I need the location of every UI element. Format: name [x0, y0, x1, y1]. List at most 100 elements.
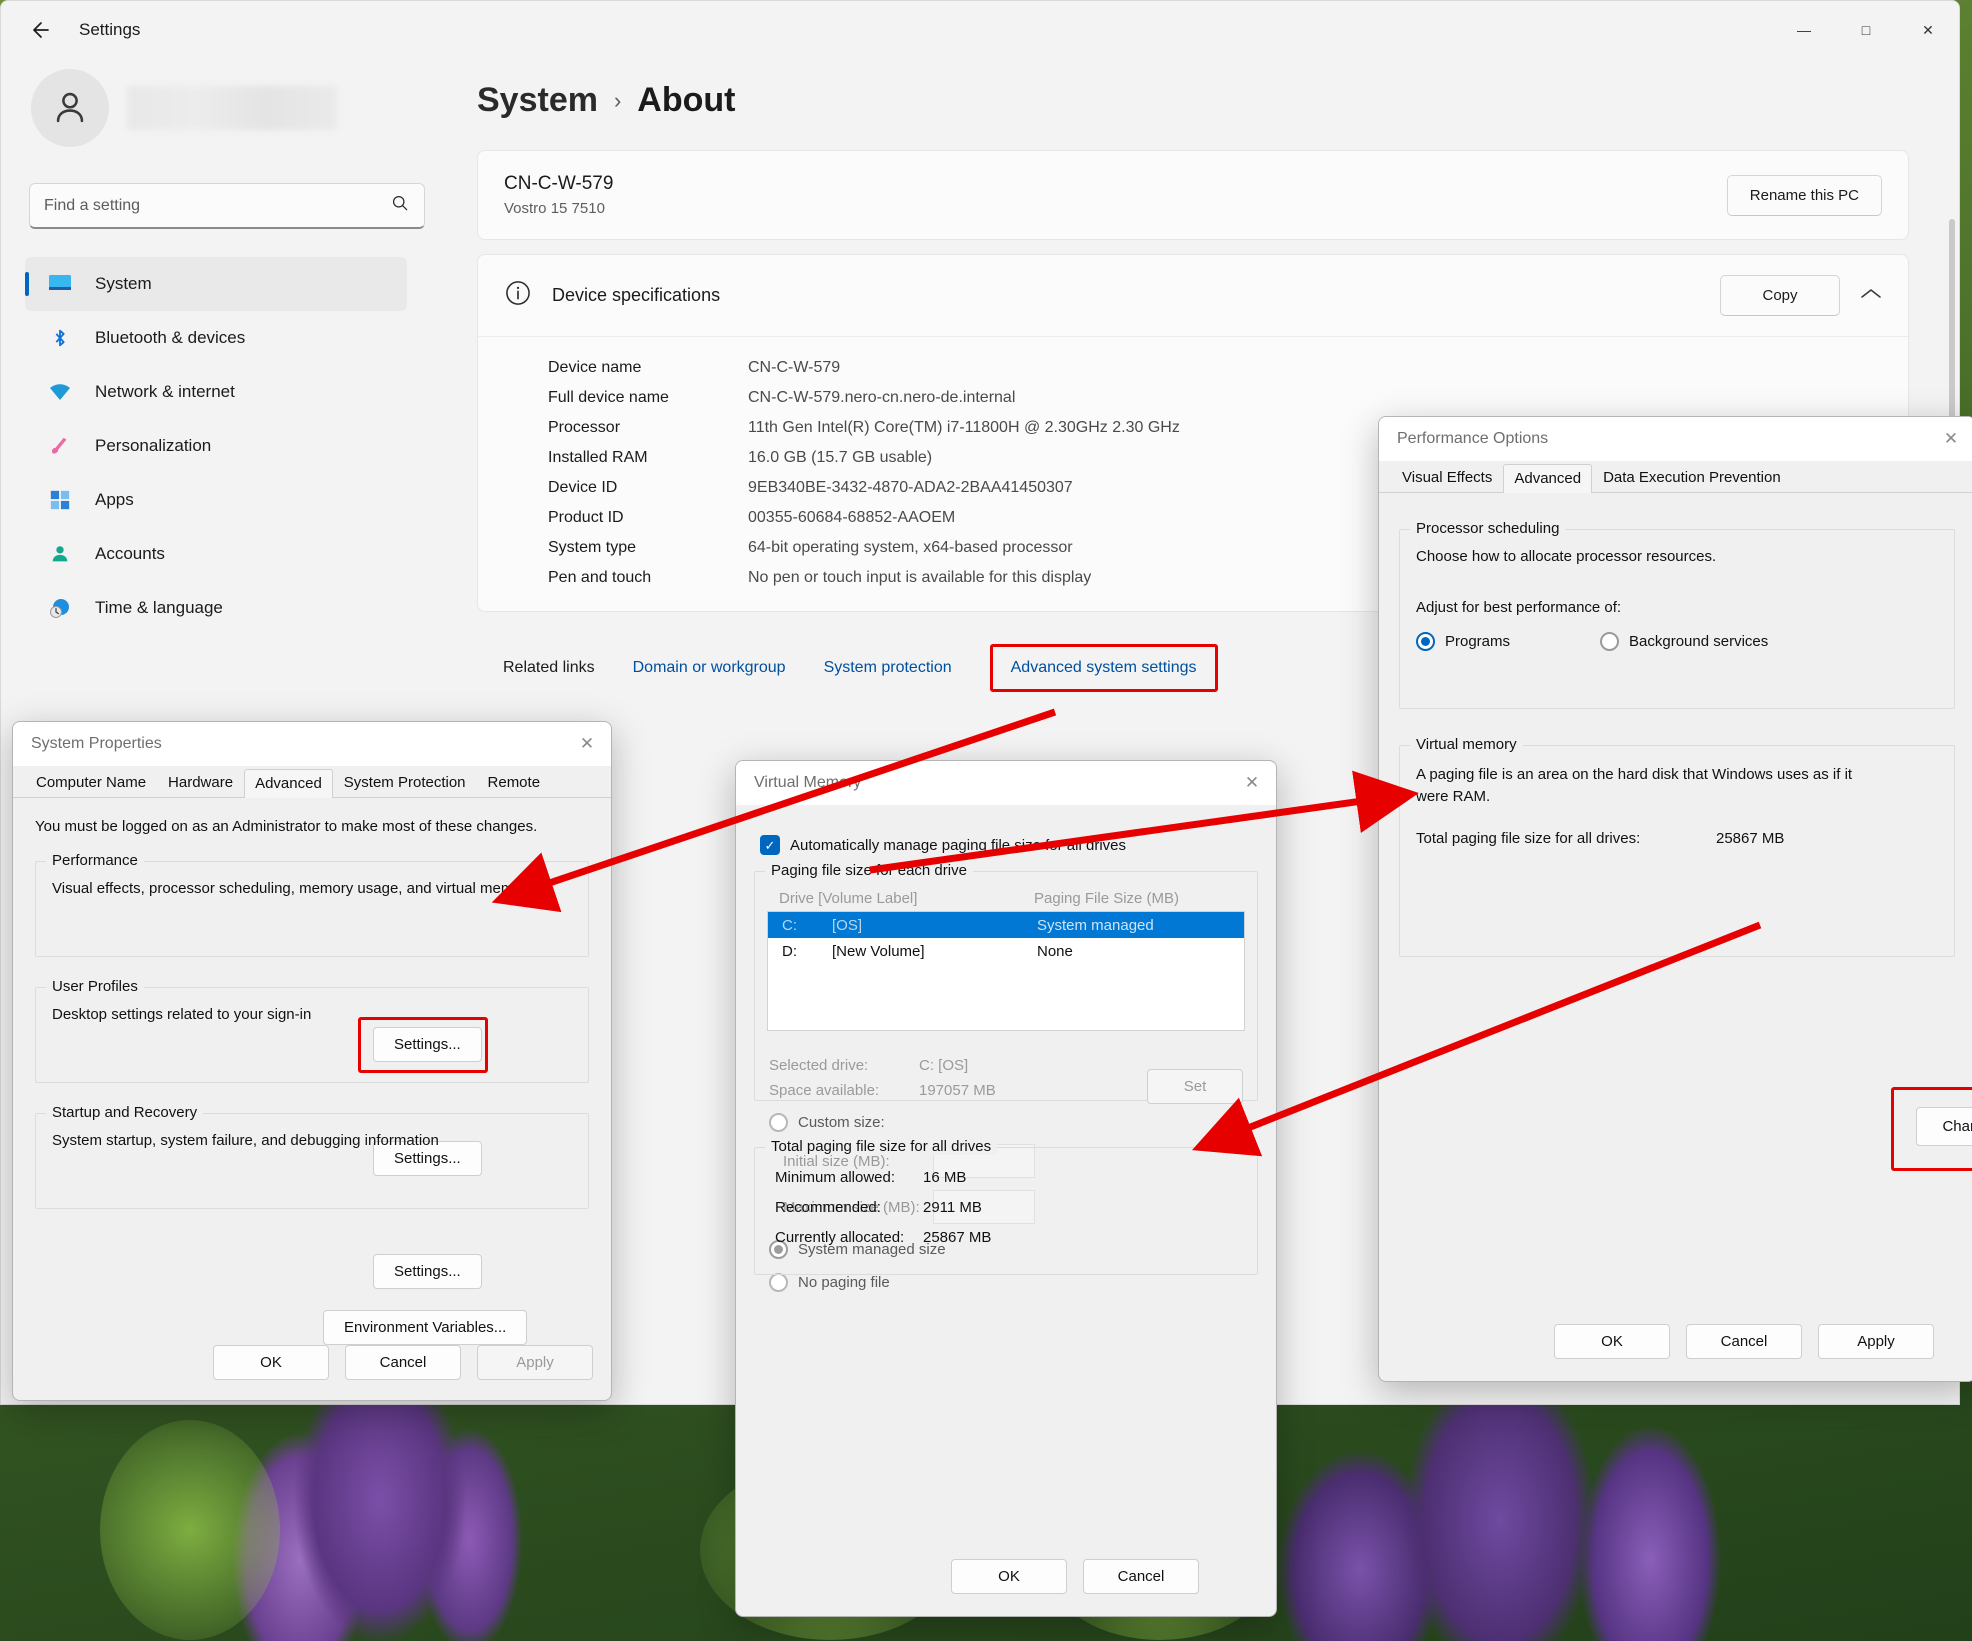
total-key: Recommended:	[775, 1199, 923, 1216]
tab-hardware[interactable]: Hardware	[157, 768, 244, 797]
radio-programs[interactable]: Programs	[1416, 632, 1510, 651]
device-specs-title: Device specifications	[552, 285, 720, 306]
programs-radio[interactable]	[1416, 632, 1435, 651]
breadcrumb-separator-icon: ›	[614, 88, 621, 114]
paging-file-group: Paging file size for each drive Drive [V…	[754, 871, 1258, 1101]
environment-variables-button[interactable]: Environment Variables...	[323, 1310, 527, 1345]
drive-table-header: Drive [Volume Label] Paging File Size (M…	[765, 882, 1247, 911]
copy-button[interactable]: Copy	[1720, 275, 1840, 316]
cancel-button[interactable]: Cancel	[1686, 1324, 1802, 1359]
sidebar-item-apps[interactable]: Apps	[25, 473, 407, 527]
close-button[interactable]: ✕	[1897, 1, 1959, 59]
dialog-body: You must be logged on as an Administrato…	[13, 798, 611, 1209]
tabstrip: Visual Effects Advanced Data Execution P…	[1379, 461, 1972, 493]
breadcrumb-root[interactable]: System	[477, 81, 598, 120]
total-value: 25867 MB	[923, 1229, 991, 1246]
link-domain-or-workgroup[interactable]: Domain or workgroup	[633, 659, 786, 677]
pc-model: Vostro 15 7510	[504, 200, 613, 217]
account-section[interactable]	[31, 69, 407, 147]
column-header-paging-size: Paging File Size (MB)	[1034, 890, 1179, 907]
cancel-button[interactable]: Cancel	[1083, 1559, 1199, 1594]
performance-group: Performance Visual effects, processor sc…	[35, 861, 589, 957]
search-box[interactable]	[29, 183, 425, 229]
table-row[interactable]: C:[OS] System managed	[768, 912, 1244, 938]
cancel-button[interactable]: Cancel	[345, 1345, 461, 1380]
rename-pc-button[interactable]: Rename this PC	[1727, 175, 1882, 216]
custom-size-row[interactable]: Custom size:	[769, 1113, 1247, 1132]
apply-button[interactable]: Apply	[477, 1345, 593, 1380]
ok-button[interactable]: OK	[213, 1345, 329, 1380]
spec-key: Product ID	[548, 509, 748, 527]
no-paging-file-row[interactable]: No paging file	[769, 1273, 1247, 1292]
table-row: Device name CN-C-W-579	[548, 353, 1882, 383]
close-icon[interactable]: ✕	[1927, 417, 1972, 461]
sidebar-item-accounts[interactable]: Accounts	[25, 527, 407, 581]
close-icon[interactable]: ✕	[563, 722, 611, 766]
tab-remote[interactable]: Remote	[477, 768, 552, 797]
total-paging-label: Total paging file size for all drives:	[1416, 830, 1716, 847]
change-button[interactable]: Change...	[1916, 1107, 1972, 1146]
auto-manage-checkbox[interactable]: ✓	[760, 835, 780, 855]
ok-button[interactable]: OK	[951, 1559, 1067, 1594]
drive-list[interactable]: C:[OS] System managed D:[New Volume] Non…	[767, 911, 1245, 1031]
sidebar-item-time-language[interactable]: Time & language	[25, 581, 407, 635]
sidebar-item-label: Personalization	[95, 436, 211, 456]
group-legend: User Profiles	[46, 978, 144, 995]
custom-size-label: Custom size:	[798, 1114, 885, 1131]
tab-data-execution-prevention[interactable]: Data Execution Prevention	[1592, 463, 1792, 492]
close-icon[interactable]: ✕	[1228, 761, 1276, 805]
link-system-protection[interactable]: System protection	[824, 659, 952, 677]
spec-value: 16.0 GB (15.7 GB usable)	[748, 449, 932, 467]
custom-size-radio[interactable]	[769, 1113, 788, 1132]
pc-name: CN-C-W-579	[504, 173, 613, 195]
dialog-titlebar: System Properties ✕	[13, 722, 611, 766]
background-services-radio[interactable]	[1600, 632, 1619, 651]
window-controls: — □ ✕	[1773, 1, 1959, 59]
spec-key: Full device name	[548, 389, 748, 407]
back-arrow-icon[interactable]	[17, 10, 65, 50]
ok-button[interactable]: OK	[1554, 1324, 1670, 1359]
set-button[interactable]: Set	[1147, 1069, 1243, 1104]
chevron-up-icon[interactable]	[1860, 286, 1882, 306]
dialog-body: Processor scheduling Choose how to alloc…	[1379, 493, 1972, 957]
sidebar-item-label: Apps	[95, 490, 134, 510]
tab-system-protection[interactable]: System Protection	[333, 768, 477, 797]
space-available-value: 197057 MB	[919, 1082, 996, 1099]
sidebar-nav: System Bluetooth & devices Network & int…	[25, 257, 407, 635]
table-row[interactable]: D:[New Volume] None	[768, 938, 1244, 964]
tab-advanced[interactable]: Advanced	[244, 769, 333, 798]
apply-button[interactable]: Apply	[1818, 1324, 1934, 1359]
breadcrumb: System › About	[477, 81, 1909, 120]
total-paging-value: 25867 MB	[1716, 830, 1784, 847]
radio-background-services[interactable]: Background services	[1600, 632, 1768, 651]
auto-manage-row[interactable]: ✓ Automatically manage paging file size …	[760, 835, 1258, 855]
tab-computer-name[interactable]: Computer Name	[25, 768, 157, 797]
dialog-body: ✓ Automatically manage paging file size …	[736, 805, 1276, 1275]
related-links-label: Related links	[503, 659, 595, 677]
sidebar-item-network-internet[interactable]: Network & internet	[25, 365, 407, 419]
tab-visual-effects[interactable]: Visual Effects	[1391, 463, 1503, 492]
table-row: Full device name CN-C-W-579.nero-cn.nero…	[548, 383, 1882, 413]
performance-desc: Visual effects, processor scheduling, me…	[52, 880, 572, 897]
sidebar-item-personalization[interactable]: Personalization	[25, 419, 407, 473]
link-advanced-system-settings[interactable]: Advanced system settings	[990, 644, 1218, 692]
window-title: Settings	[79, 20, 140, 40]
no-paging-file-radio[interactable]	[769, 1273, 788, 1292]
sidebar-item-system[interactable]: System	[25, 257, 407, 311]
device-specs-header[interactable]: Device specifications Copy	[478, 255, 1908, 336]
auto-manage-label: Automatically manage paging file size fo…	[790, 837, 1126, 854]
virtual-memory-dialog: Virtual Memory ✕ ✓ Automatically manage …	[735, 760, 1277, 1617]
dialog-title: System Properties	[31, 735, 162, 753]
startup-recovery-settings-button[interactable]: Settings...	[373, 1254, 482, 1289]
tab-advanced[interactable]: Advanced	[1503, 464, 1592, 493]
info-icon	[504, 279, 532, 312]
drive-paging-size: None	[1037, 943, 1073, 960]
spec-value: CN-C-W-579.nero-cn.nero-de.internal	[748, 389, 1015, 407]
sidebar-item-bluetooth-devices[interactable]: Bluetooth & devices	[25, 311, 407, 365]
search-input[interactable]	[44, 197, 390, 215]
table-row: Currently allocated: 25867 MB	[765, 1222, 1247, 1252]
maximize-button[interactable]: □	[1835, 1, 1897, 59]
column-header-drive: Drive [Volume Label]	[779, 890, 1034, 907]
minimize-button[interactable]: —	[1773, 1, 1835, 59]
group-legend: Processor scheduling	[1410, 520, 1565, 537]
